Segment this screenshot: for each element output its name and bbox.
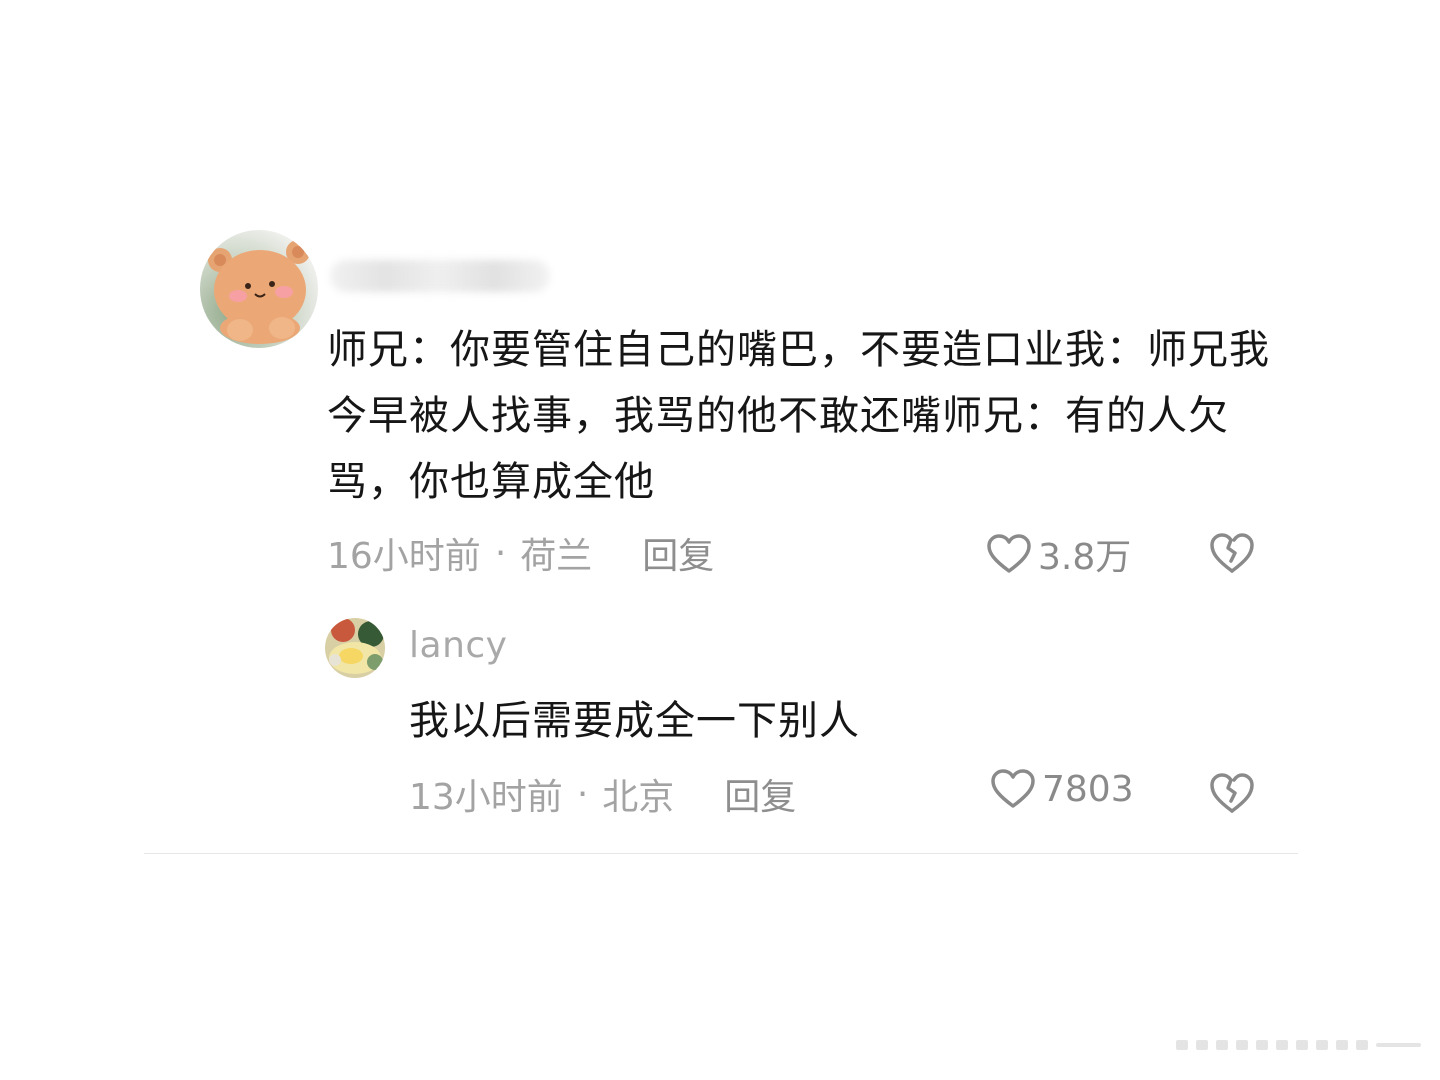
comment-card: 师兄：你要管住自己的嘴巴，不要造口业我：师兄我今早被人找事，我骂的他不敢还嘴师兄… [144,205,1298,854]
food-photo-avatar-icon[interactable] [325,618,385,678]
dislike-button[interactable] [1208,531,1256,579]
like-count: 7803 [1042,768,1134,810]
like-count: 3.8万 [1038,537,1132,578]
meta-separator: · [576,773,589,815]
heart-icon [991,769,1035,808]
reply-time: 13小时前 [409,777,563,818]
reply-location: 北京 [602,777,675,818]
comment-text: 师兄：你要管住自己的嘴巴，不要造口业我：师兄我今早被人找事，我骂的他不敢还嘴师兄… [327,327,1270,505]
broken-heart-icon [1210,533,1254,573]
reply-meta: 13小时前 · 北京 回复 [409,768,796,820]
reply-text: 我以后需要成全一下别人 [409,698,860,744]
broken-heart-icon [1210,773,1254,813]
meta-separator: · [494,532,507,574]
comment-meta: 16小时前 · 荷兰 回复 [327,527,714,579]
reply-button[interactable]: 回复 [642,527,714,579]
heart-icon [987,534,1031,573]
like-button[interactable]: 3.8万 [986,528,1131,580]
reply-username[interactable]: lancy [409,625,507,666]
teddy-bear-avatar-icon[interactable] [200,230,318,348]
like-button[interactable]: 7803 [990,768,1134,810]
username-hidden[interactable] [330,260,550,292]
reply-button[interactable]: 回复 [724,768,796,820]
watermark-decoration [1176,1036,1426,1054]
comment-location: 荷兰 [520,536,593,577]
comment-time: 16小时前 [327,536,481,577]
dislike-button[interactable] [1208,771,1256,819]
